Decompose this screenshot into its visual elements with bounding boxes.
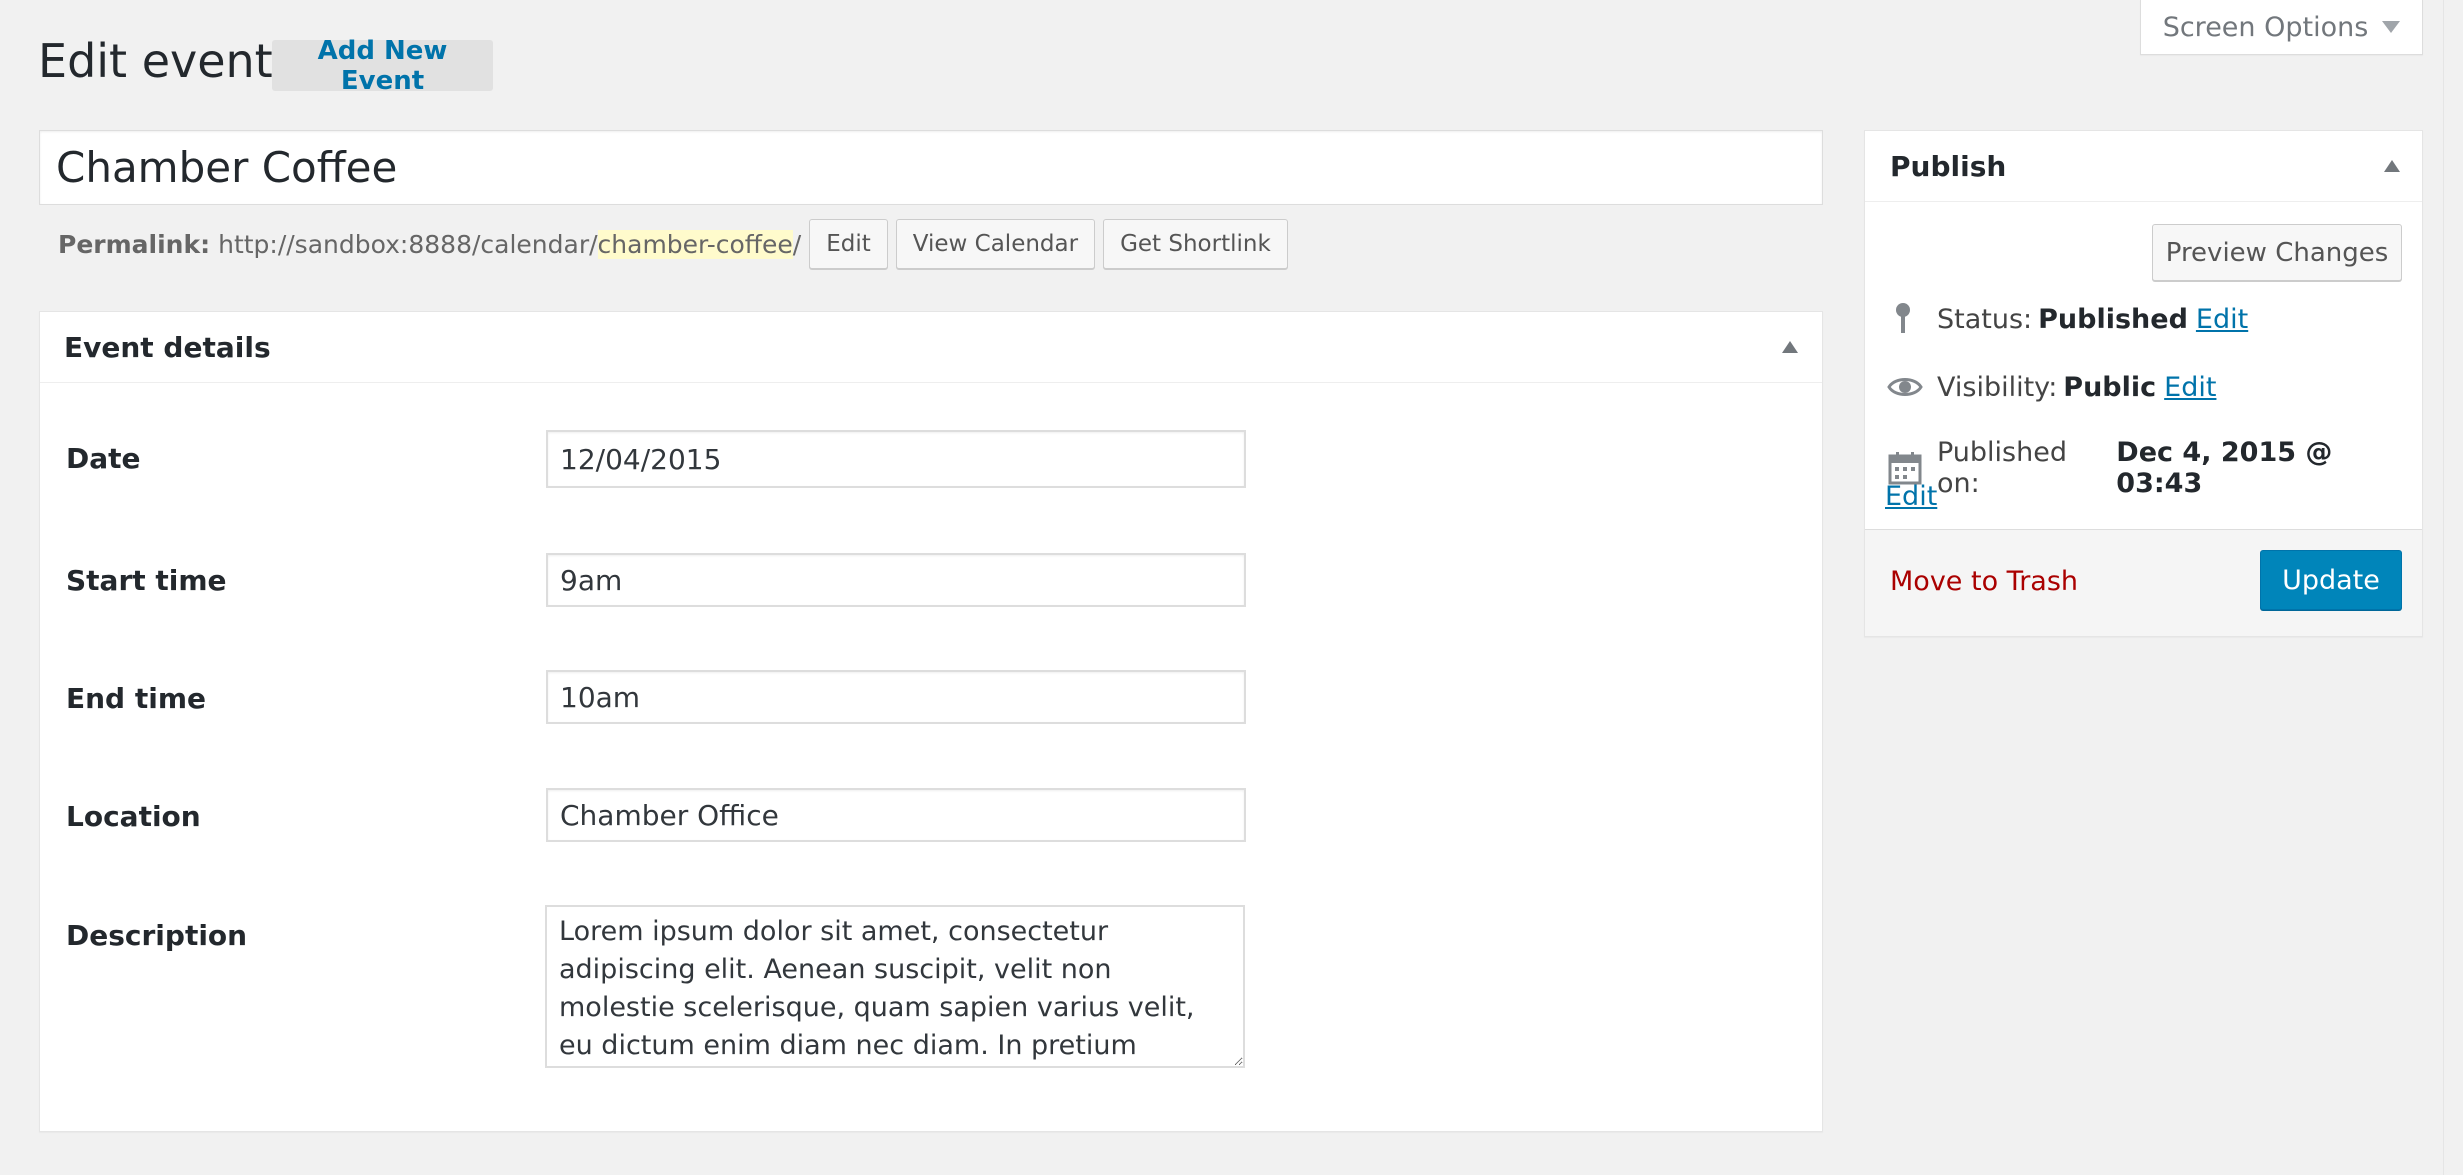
publish-box: Publish Preview Changes Status: Publishe… (1864, 130, 2423, 637)
permalink-slug[interactable]: chamber-coffee (597, 229, 793, 259)
chevron-down-icon (2382, 21, 2401, 33)
date-input[interactable] (546, 430, 1246, 488)
status-label: Status: (1937, 303, 2033, 335)
location-input[interactable] (546, 788, 1246, 842)
permalink-trailing: / (792, 229, 802, 259)
post-title-input[interactable] (39, 130, 1823, 205)
update-button[interactable]: Update (2260, 550, 2402, 610)
status-value: Published (2038, 303, 2188, 335)
publish-actions: Move to Trash Update (1865, 529, 2422, 636)
preview-changes-button[interactable]: Preview Changes (2152, 224, 2402, 281)
event-details-header[interactable]: Event details (40, 312, 1822, 383)
eye-icon (1887, 369, 1923, 405)
start-time-input[interactable] (546, 553, 1246, 607)
date-label: Date (66, 442, 141, 475)
status-edit-link[interactable]: Edit (2196, 304, 2248, 335)
end-time-label: End time (66, 682, 206, 715)
screen-options-toggle[interactable]: Screen Options (2140, 0, 2423, 55)
publish-heading: Publish (1890, 149, 2007, 183)
permalink-row: Permalink: http://sandbox:8888/calendar/… (58, 218, 1288, 270)
page-title: Edit event (38, 34, 273, 88)
visibility-value: Public (2063, 371, 2157, 403)
published-on-row: Published on: Dec 4, 2015 @ 03:43 (1887, 437, 2422, 499)
screen-options-label: Screen Options (2162, 11, 2369, 43)
visibility-label: Visibility: (1937, 371, 2058, 403)
move-to-trash-link[interactable]: Move to Trash (1890, 566, 2078, 597)
pin-icon (1887, 301, 1923, 337)
collapse-arrow-icon[interactable] (1782, 341, 1798, 353)
published-on-label: Published on: (1937, 437, 2067, 499)
description-textarea[interactable]: Lorem ipsum dolor sit amet, consectetur … (545, 905, 1245, 1068)
edit-permalink-button[interactable]: Edit (809, 219, 888, 269)
status-row: Status: Published Edit (1887, 301, 2248, 337)
visibility-row: Visibility: Public Edit (1887, 369, 2216, 405)
get-shortlink-button[interactable]: Get Shortlink (1103, 219, 1288, 269)
publish-header[interactable]: Publish (1865, 131, 2422, 202)
add-new-event-button[interactable]: Add New Event (272, 36, 493, 96)
end-time-input[interactable] (546, 670, 1246, 724)
published-on-value: Dec 4, 2015 @ 03:43 (2116, 437, 2333, 499)
visibility-edit-link[interactable]: Edit (2164, 372, 2216, 403)
collapse-arrow-icon[interactable] (2384, 160, 2400, 172)
view-calendar-button[interactable]: View Calendar (895, 219, 1096, 269)
permalink-base: http://sandbox:8888/calendar/ (218, 229, 598, 259)
published-on-edit-link[interactable]: Edit (1885, 481, 1937, 512)
start-time-label: Start time (66, 564, 227, 597)
description-label: Description (66, 919, 248, 952)
permalink-label: Permalink: (58, 229, 211, 259)
event-details-box: Event details Date Start time End time L… (39, 311, 1823, 1132)
event-details-heading: Event details (64, 330, 271, 364)
scrollbar[interactable] (2443, 0, 2463, 1175)
location-label: Location (66, 800, 201, 833)
